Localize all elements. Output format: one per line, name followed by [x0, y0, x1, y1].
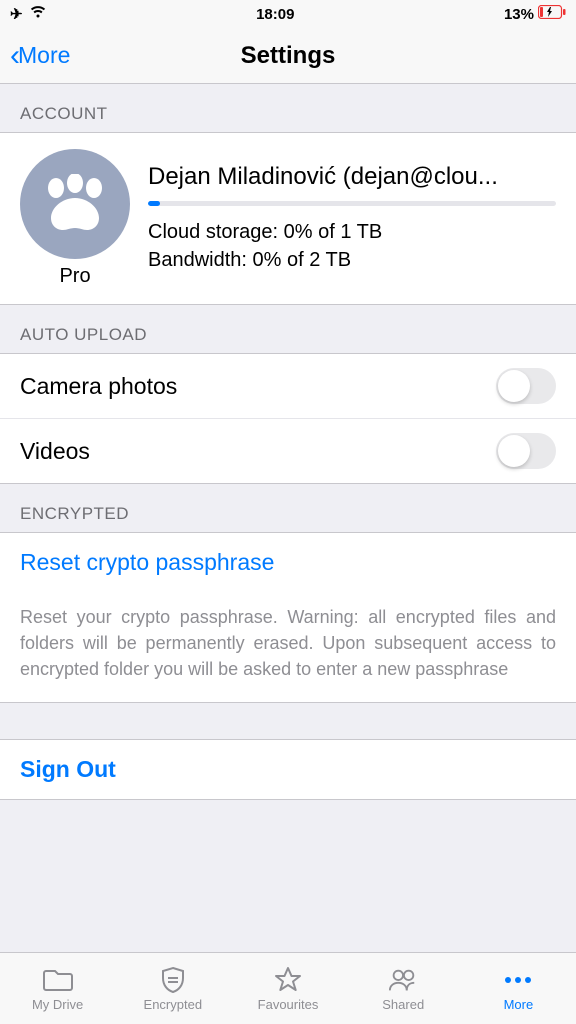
account-cell[interactable]: Pro Dejan Miladinović (dejan@clou... Clo…: [0, 133, 576, 304]
account-group: Pro Dejan Miladinović (dejan@clou... Clo…: [0, 132, 576, 305]
signout-cell[interactable]: Sign Out: [0, 740, 576, 799]
camera-photos-label: Camera photos: [20, 373, 177, 400]
section-header-account: ACCOUNT: [0, 84, 576, 132]
status-bar: ✈ 18:09 13%: [0, 0, 576, 28]
tab-my-drive[interactable]: My Drive: [0, 953, 115, 1024]
star-icon: [273, 966, 303, 994]
shield-icon: [158, 966, 188, 994]
battery-icon: [538, 5, 566, 23]
reset-passphrase-link: Reset crypto passphrase: [20, 549, 274, 575]
avatar: [20, 149, 130, 259]
paw-icon: [40, 174, 110, 234]
tab-encrypted[interactable]: Encrypted: [115, 953, 230, 1024]
signout-link: Sign Out: [20, 756, 116, 782]
auto-upload-group: Camera photos Videos: [0, 353, 576, 484]
tab-label: Encrypted: [144, 997, 203, 1012]
camera-photos-toggle[interactable]: [496, 368, 556, 404]
account-name: Dejan Miladinović (dejan@clou...: [148, 163, 556, 191]
plan-label: Pro: [59, 265, 90, 288]
reset-passphrase-cell[interactable]: Reset crypto passphrase: [0, 533, 576, 592]
page-title: Settings: [241, 42, 336, 70]
tab-label: Favourites: [258, 997, 319, 1012]
videos-label: Videos: [20, 438, 90, 465]
encrypted-group: Reset crypto passphrase Reset your crypt…: [0, 532, 576, 703]
videos-toggle[interactable]: [496, 433, 556, 469]
nav-bar: ‹ More Settings: [0, 28, 576, 84]
back-button[interactable]: ‹ More: [10, 41, 70, 71]
tab-label: My Drive: [32, 997, 83, 1012]
tab-favourites[interactable]: Favourites: [230, 953, 345, 1024]
tab-label: Shared: [382, 997, 424, 1012]
reset-passphrase-description: Reset your crypto passphrase. Warning: a…: [0, 592, 576, 702]
bandwidth-line: Bandwidth: 0% of 2 TB: [148, 246, 556, 274]
videos-row: Videos: [0, 418, 576, 483]
back-label: More: [18, 42, 70, 69]
status-time: 18:09: [256, 6, 294, 23]
folder-icon: [43, 966, 73, 994]
tab-label: More: [504, 997, 534, 1012]
wifi-icon: [29, 5, 47, 23]
section-header-encrypted: ENCRYPTED: [0, 484, 576, 532]
tab-shared[interactable]: Shared: [346, 953, 461, 1024]
signout-group: Sign Out: [0, 739, 576, 800]
camera-photos-row: Camera photos: [0, 354, 576, 418]
people-icon: [388, 966, 418, 994]
more-icon: [503, 966, 533, 994]
tab-bar: My Drive Encrypted Favourites Shared Mor…: [0, 952, 576, 1024]
tab-more[interactable]: More: [461, 953, 576, 1024]
airplane-icon: ✈: [10, 5, 23, 23]
storage-progress: [148, 201, 556, 206]
storage-line: Cloud storage: 0% of 1 TB: [148, 218, 556, 246]
section-header-upload: AUTO UPLOAD: [0, 305, 576, 353]
battery-percent: 13%: [504, 6, 534, 23]
